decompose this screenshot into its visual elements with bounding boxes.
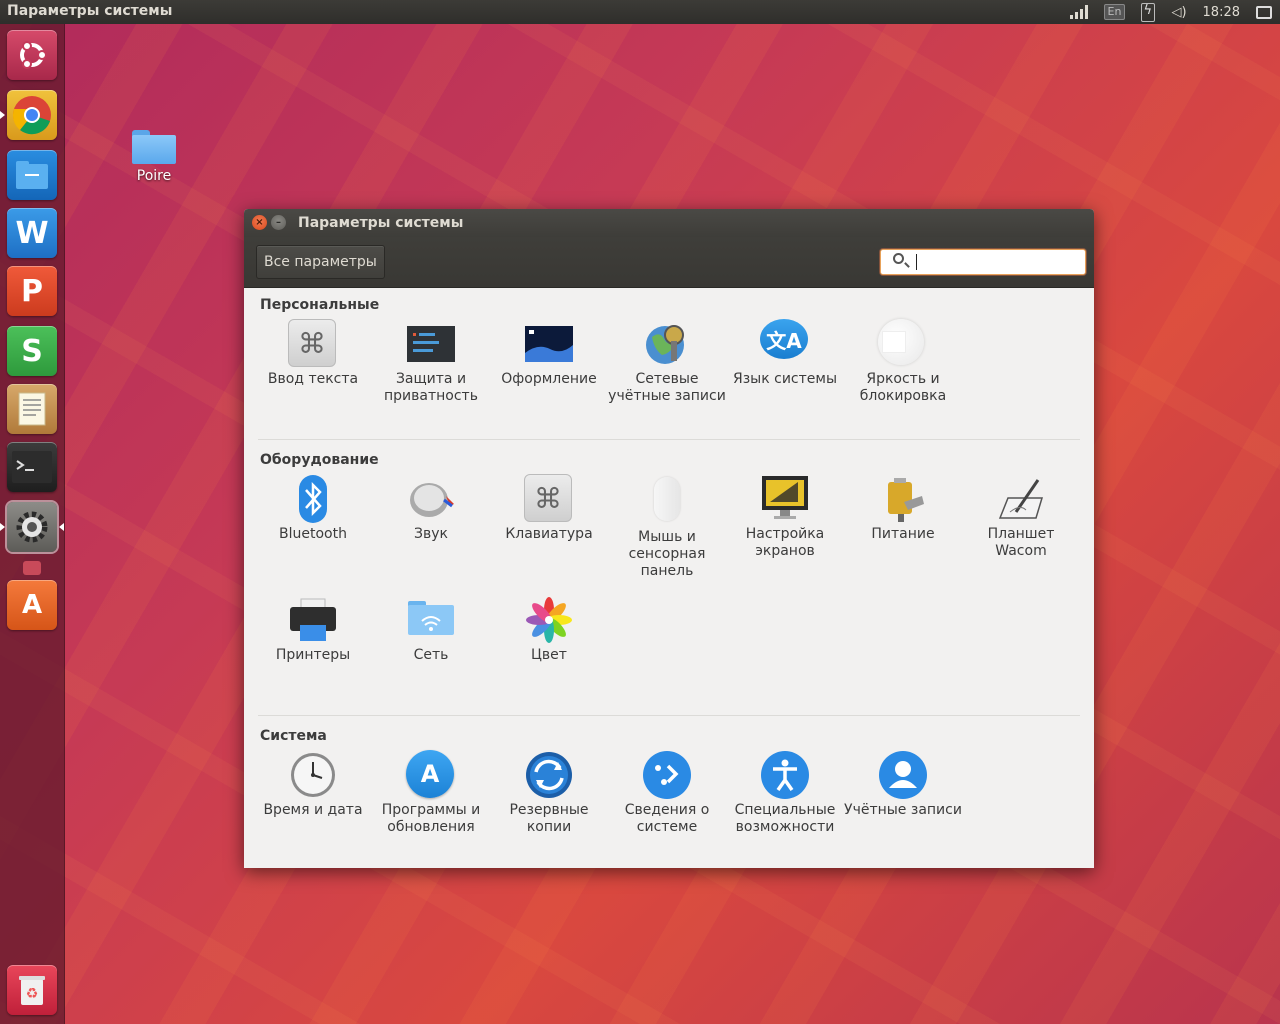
settings-item-details[interactable]: Сведения о системе (608, 750, 726, 836)
settings-item-power[interactable]: Питание (844, 474, 962, 543)
launcher: W P S A ♻ (0, 24, 65, 1024)
close-icon: × (255, 217, 264, 228)
minimize-button[interactable]: – (271, 215, 286, 230)
settings-item-network[interactable]: Сеть (372, 595, 490, 664)
software-updates-icon: A (406, 750, 456, 800)
trash-launcher-button[interactable]: ♻ (7, 965, 57, 1015)
text-entry-icon: ⌘ (288, 319, 338, 369)
mouse-touchpad-icon (642, 477, 692, 527)
color-icon (524, 595, 574, 645)
files-icon (16, 161, 48, 189)
gear-icon (16, 511, 48, 543)
svg-text:♻: ♻ (26, 986, 39, 1002)
backups-icon (524, 750, 574, 800)
close-button[interactable]: × (252, 215, 267, 230)
wps-spreadsheets-icon: S (21, 333, 43, 369)
sound-icon (406, 474, 456, 524)
desktop-folder-poire[interactable]: Poire (122, 130, 186, 184)
software-center-launcher-button[interactable]: A (7, 580, 57, 630)
window-title: Параметры системы (298, 215, 464, 231)
terminal-icon (12, 451, 52, 483)
settings-item-online-accounts[interactable]: Сетевые учётные записи (608, 319, 726, 405)
session-menu-icon[interactable] (1256, 5, 1272, 19)
active-window-title: Параметры системы (7, 3, 173, 19)
text-editor-icon (18, 392, 46, 426)
accessibility-icon (760, 750, 810, 800)
software-center-icon: A (21, 590, 43, 620)
settings-item-printers[interactable]: Принтеры (254, 595, 372, 664)
settings-item-software-updates[interactable]: A Программы и обновления (372, 750, 490, 836)
sound-muted-icon[interactable]: ◁) (1171, 5, 1186, 20)
settings-item-bluetooth[interactable]: Bluetooth (254, 474, 372, 543)
displays-icon (760, 474, 810, 524)
keyboard-layout-label: En (1103, 4, 1126, 20)
chrome-launcher-button[interactable] (7, 90, 57, 140)
settings-item-color[interactable]: Цвет (490, 595, 608, 664)
search-icon (893, 253, 904, 264)
chrome-icon (12, 96, 51, 135)
settings-item-accessibility[interactable]: Специальные возможности (726, 750, 844, 836)
settings-item-text-entry[interactable]: ⌘ Ввод текста (254, 319, 372, 388)
wps-writer-icon: W (15, 215, 49, 251)
appearance-icon (524, 319, 574, 369)
keyboard-icon: ⌘ (524, 474, 574, 524)
search-field[interactable] (880, 249, 1086, 275)
settings-item-sound[interactable]: Звук (372, 474, 490, 543)
all-settings-button[interactable]: Все параметры (256, 245, 385, 279)
brightness-lock-icon (878, 319, 928, 369)
network-icon (406, 595, 456, 645)
settings-item-appearance[interactable]: Оформление (490, 319, 608, 388)
section-divider (258, 439, 1080, 440)
section-divider (258, 715, 1080, 716)
wps-presentation-icon: P (21, 273, 43, 309)
ubuntu-logo-icon (20, 41, 47, 69)
section-title-hardware: Оборудование (260, 452, 379, 468)
ubuntu-dash-button[interactable] (7, 30, 57, 80)
wps-spreadsheets-launcher-button[interactable]: S (7, 326, 57, 376)
section-title-system: Система (260, 728, 327, 744)
screenshot-indicator-icon[interactable] (23, 561, 41, 575)
window-toolbar: Все параметры (244, 237, 1094, 288)
text-editor-launcher-button[interactable] (7, 384, 57, 434)
printers-icon (288, 595, 338, 645)
online-accounts-icon (642, 319, 692, 369)
wacom-tablet-icon (996, 474, 1046, 524)
trash-icon: ♻ (19, 976, 45, 1005)
settings-item-keyboard[interactable]: ⌘ Клавиатура (490, 474, 608, 543)
keyboard-layout-indicator[interactable]: En (1103, 4, 1126, 20)
section-title-personal: Персональные (260, 297, 380, 313)
time-date-icon (288, 750, 338, 800)
battery-icon[interactable] (1141, 2, 1156, 22)
power-icon (878, 474, 928, 524)
settings-item-wacom-tablet[interactable]: Планшет Wacom (962, 474, 1080, 560)
clock[interactable]: 18:28 (1203, 5, 1240, 20)
folder-icon (132, 130, 176, 164)
system-settings-launcher-button[interactable] (7, 502, 57, 552)
files-launcher-button[interactable] (7, 150, 57, 200)
window-titlebar[interactable]: × – Параметры системы (244, 209, 1094, 237)
search-input[interactable] (919, 252, 1073, 272)
bluetooth-icon (288, 474, 338, 524)
network-signal-icon[interactable] (1069, 5, 1088, 19)
settings-item-time-date[interactable]: Время и дата (254, 750, 372, 819)
settings-item-mouse-touchpad[interactable]: Мышь и сенсорная панель (608, 474, 726, 580)
settings-item-language[interactable]: 文A Язык системы (726, 319, 844, 388)
system-tray: En ◁) 18:28 (1062, 0, 1280, 24)
wps-writer-launcher-button[interactable]: W (7, 208, 57, 258)
settings-item-displays[interactable]: Настройка экранов (726, 474, 844, 560)
top-panel: Параметры системы En ◁) 18:28 (0, 0, 1280, 24)
settings-item-brightness-lock[interactable]: Яркость и блокировка (844, 319, 962, 405)
user-accounts-icon (878, 750, 928, 800)
minimize-icon: – (276, 217, 281, 228)
wps-presentation-launcher-button[interactable]: P (7, 266, 57, 316)
settings-item-security-privacy[interactable]: Защита и приватность (372, 319, 490, 405)
terminal-launcher-button[interactable] (7, 442, 57, 492)
language-icon: 文A (760, 319, 810, 369)
settings-item-user-accounts[interactable]: Учётные записи (844, 750, 962, 819)
security-privacy-icon (406, 319, 456, 369)
desktop-folder-label: Poire (136, 168, 172, 184)
system-settings-window: × – Параметры системы Все параметры Перс… (244, 209, 1094, 868)
settings-item-backups[interactable]: Резервные копии (490, 750, 608, 836)
details-icon (642, 750, 692, 800)
